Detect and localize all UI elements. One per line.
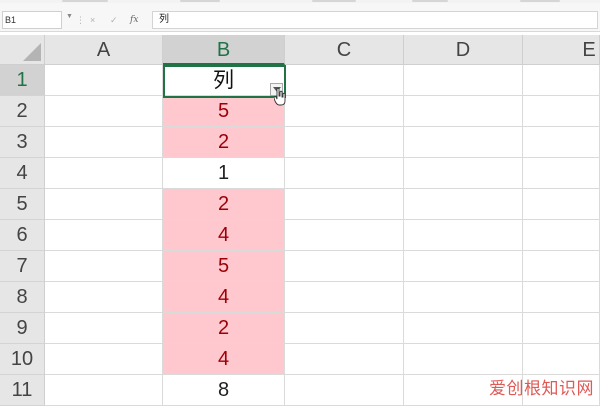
cell-a7[interactable] [45, 251, 163, 282]
select-all-button[interactable] [0, 35, 45, 65]
row-header-8[interactable]: 8 [0, 282, 45, 313]
cell-a1[interactable] [45, 65, 163, 96]
cell-d8[interactable] [404, 282, 523, 313]
cell-c10[interactable] [285, 344, 404, 375]
cell-a9[interactable] [45, 313, 163, 344]
row-header-10[interactable]: 10 [0, 344, 45, 375]
cell-b1[interactable]: 列 [163, 65, 285, 96]
worksheet-grid: A B C D E 1 列 2 5 3 2 4 1 5 2 6 4 7 5 8 4 9 2 10 4 11 8 [0, 35, 600, 406]
cell-e5[interactable] [523, 189, 600, 220]
cell-c5[interactable] [285, 189, 404, 220]
formula-input[interactable]: 列 [152, 11, 598, 29]
row-header-5[interactable]: 5 [0, 189, 45, 220]
ribbon-mark [520, 0, 560, 2]
cell-a11[interactable] [45, 375, 163, 406]
cell-d2[interactable] [404, 96, 523, 127]
cell-b7[interactable]: 5 [163, 251, 285, 282]
cell-b11[interactable]: 8 [163, 375, 285, 406]
insert-function-icon[interactable]: fx [130, 11, 138, 29]
cell-b3[interactable]: 2 [163, 127, 285, 158]
name-box[interactable]: B1 [2, 11, 62, 29]
cell-a2[interactable] [45, 96, 163, 127]
column-header-a[interactable]: A [45, 35, 163, 65]
cell-c9[interactable] [285, 313, 404, 344]
cell-c7[interactable] [285, 251, 404, 282]
column-header-b[interactable]: B [163, 35, 285, 65]
cell-b10[interactable]: 4 [163, 344, 285, 375]
cell-e6[interactable] [523, 220, 600, 251]
cell-e2[interactable] [523, 96, 600, 127]
cell-d7[interactable] [404, 251, 523, 282]
row-header-11[interactable]: 11 [0, 375, 45, 406]
cell-b2[interactable]: 5 [163, 96, 285, 127]
ribbon-mark [180, 0, 220, 2]
cell-e4[interactable] [523, 158, 600, 189]
name-box-dropdown-icon[interactable]: ▼ [66, 13, 73, 20]
cell-c2[interactable] [285, 96, 404, 127]
cell-a3[interactable] [45, 127, 163, 158]
formula-bar: B1 ▼ ⋮ × ✓ fx 列 [0, 3, 600, 32]
formula-buttons: × ✓ fx [86, 11, 148, 29]
formula-bar-grip-icon: ⋮ [76, 15, 85, 25]
cell-b5[interactable]: 2 [163, 189, 285, 220]
cell-a10[interactable] [45, 344, 163, 375]
cell-e3[interactable] [523, 127, 600, 158]
cell-c4[interactable] [285, 158, 404, 189]
cell-c6[interactable] [285, 220, 404, 251]
row-header-3[interactable]: 3 [0, 127, 45, 158]
cell-d4[interactable] [404, 158, 523, 189]
cell-a6[interactable] [45, 220, 163, 251]
row-header-7[interactable]: 7 [0, 251, 45, 282]
cell-e1[interactable] [523, 65, 600, 96]
cell-b6[interactable]: 4 [163, 220, 285, 251]
cell-c3[interactable] [285, 127, 404, 158]
cell-a8[interactable] [45, 282, 163, 313]
watermark: 爱创根知识网 [489, 379, 594, 399]
row-header-4[interactable]: 4 [0, 158, 45, 189]
cell-e10[interactable] [523, 344, 600, 375]
cell-b4[interactable]: 1 [163, 158, 285, 189]
mouse-pointer-icon [274, 88, 286, 106]
row-header-2[interactable]: 2 [0, 96, 45, 127]
cell-b8[interactable]: 4 [163, 282, 285, 313]
cell-d9[interactable] [404, 313, 523, 344]
enter-icon[interactable]: ✓ [110, 11, 118, 29]
cell-d6[interactable] [404, 220, 523, 251]
cell-d10[interactable] [404, 344, 523, 375]
row-header-1[interactable]: 1 [0, 65, 45, 96]
cell-c1[interactable] [285, 65, 404, 96]
column-header-c[interactable]: C [285, 35, 404, 65]
cell-e9[interactable] [523, 313, 600, 344]
cell-d3[interactable] [404, 127, 523, 158]
cell-d1[interactable] [404, 65, 523, 96]
cell-e7[interactable] [523, 251, 600, 282]
column-header-e[interactable]: E [523, 35, 600, 65]
cell-d5[interactable] [404, 189, 523, 220]
cancel-icon[interactable]: × [90, 11, 95, 29]
row-header-9[interactable]: 9 [0, 313, 45, 344]
ribbon-mark [412, 0, 448, 2]
cell-e8[interactable] [523, 282, 600, 313]
ribbon-mark [312, 0, 356, 2]
cell-a4[interactable] [45, 158, 163, 189]
column-header-d[interactable]: D [404, 35, 523, 65]
cell-c8[interactable] [285, 282, 404, 313]
row-header-6[interactable]: 6 [0, 220, 45, 251]
ribbon-mark [62, 0, 108, 2]
cell-a5[interactable] [45, 189, 163, 220]
select-all-triangle-icon [23, 43, 41, 61]
cell-c11[interactable] [285, 375, 404, 406]
cell-b9[interactable]: 2 [163, 313, 285, 344]
